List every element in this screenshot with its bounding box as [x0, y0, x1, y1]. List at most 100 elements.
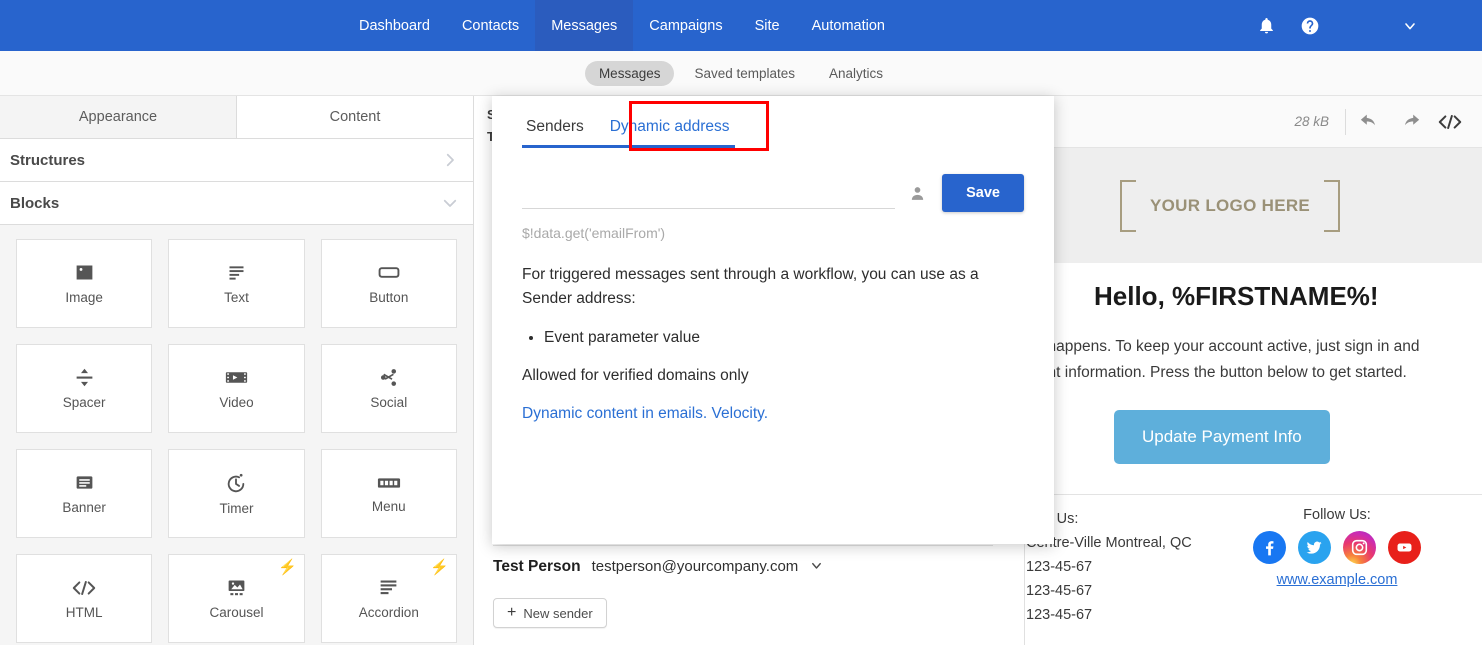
editor-left-panel: Appearance Content Structures Blocks Ima…: [0, 96, 474, 645]
bell-icon[interactable]: [1244, 0, 1288, 51]
redo-icon[interactable]: [1390, 102, 1430, 142]
nav-item-dashboard[interactable]: Dashboard: [343, 0, 446, 51]
footer-contact-line: 123-45-67: [1026, 559, 1093, 575]
youtube-icon[interactable]: [1388, 531, 1421, 564]
chevron-down-icon: [441, 194, 459, 212]
modal-tab-dynamic-address[interactable]: Dynamic address: [606, 112, 734, 148]
block-image[interactable]: Image: [16, 239, 153, 328]
block-carousel[interactable]: ⚡ Carousel: [168, 554, 305, 643]
email-cta-wrapper: Update Payment Info: [1026, 410, 1482, 464]
block-social[interactable]: Social: [320, 344, 457, 433]
modal-tab-senders[interactable]: Senders: [522, 112, 588, 148]
text-lines-icon: [226, 262, 247, 283]
block-social-label: Social: [370, 395, 408, 410]
follow-us-label: Follow Us:: [1303, 507, 1371, 523]
email-footer: itact Us: Centre-Ville Montreal, QC 123-…: [1026, 495, 1482, 627]
block-accordion[interactable]: ⚡ Accordion: [320, 554, 457, 643]
premium-bolt-icon: ⚡: [430, 559, 449, 576]
nav-item-contacts-label: Contacts: [461, 17, 520, 34]
block-banner-label: Banner: [62, 500, 106, 515]
section-blocks[interactable]: Blocks: [0, 182, 473, 225]
block-menu[interactable]: Menu: [320, 449, 457, 538]
selected-sender-row[interactable]: Test Person testperson@yourcompany.com: [493, 556, 824, 576]
block-text[interactable]: Text: [168, 239, 305, 328]
image-icon: [74, 262, 95, 283]
sender-email: testperson@yourcompany.com: [591, 558, 799, 575]
social-icons-row: [1192, 531, 1482, 564]
sender-divider: [493, 545, 993, 546]
modal-tabs: Senders Dynamic address: [522, 96, 1024, 151]
block-html[interactable]: HTML: [16, 554, 153, 643]
subnav-item-saved-templates[interactable]: Saved templates: [680, 61, 809, 86]
block-menu-label: Menu: [371, 498, 406, 514]
modal-bullet-item: Event parameter value: [544, 325, 1024, 351]
block-button-label: Button: [369, 290, 409, 305]
timer-icon: [225, 472, 247, 494]
top-navbar: Dashboard Contacts Messages Campaigns Si…: [0, 0, 1482, 51]
modal-paragraph: For triggered messages sent through a wo…: [522, 266, 979, 307]
banner-icon: [74, 472, 95, 493]
block-timer[interactable]: Timer: [168, 449, 305, 538]
block-spacer[interactable]: Spacer: [16, 344, 153, 433]
subnav-item-analytics[interactable]: Analytics: [815, 61, 897, 86]
video-icon: [225, 367, 248, 388]
navbar-mid-spacer: [901, 0, 1244, 51]
instagram-icon[interactable]: [1343, 531, 1376, 564]
nav-item-campaigns-label: Campaigns: [649, 17, 723, 34]
tab-appearance[interactable]: Appearance: [0, 96, 237, 139]
email-body: Hello, %FIRSTNAME%! . It happens. To kee…: [1026, 263, 1482, 474]
logo-placeholder: YOUR LOGO HERE: [1120, 179, 1341, 232]
twitter-icon[interactable]: [1298, 531, 1331, 564]
footer-contact-line: 123-45-67: [1026, 583, 1093, 599]
block-button[interactable]: Button: [320, 239, 457, 328]
block-accordion-label: Accordion: [358, 605, 419, 620]
nav-item-messages-label: Messages: [551, 17, 618, 34]
nav-item-automation[interactable]: Automation: [796, 0, 901, 51]
dynamic-address-input[interactable]: [522, 177, 896, 209]
documentation-link[interactable]: Dynamic content in emails. Velocity.: [522, 405, 768, 423]
block-banner[interactable]: Banner: [16, 449, 153, 538]
person-icon[interactable]: [909, 185, 926, 202]
block-text-label: Text: [224, 290, 249, 305]
nav-item-contacts[interactable]: Contacts: [446, 0, 535, 51]
blocks-grid: Image Text Button Spacer Video Social Ba…: [0, 225, 473, 645]
block-spacer-label: Spacer: [62, 395, 106, 410]
email-body-line-2: ment information. Press the button below…: [1026, 364, 1407, 381]
sender-name: Test Person: [493, 558, 581, 575]
menu-icon: [377, 474, 401, 492]
save-button[interactable]: Save: [942, 174, 1024, 212]
nav-item-site[interactable]: Site: [739, 0, 796, 51]
account-chevron-down-icon[interactable]: [1390, 0, 1430, 51]
chevron-right-icon: [441, 151, 459, 169]
panel-tabs: Appearance Content: [0, 96, 473, 139]
email-size-label: 28 kB: [1294, 114, 1329, 129]
footer-follow-block: Follow Us: www.example.com: [1178, 507, 1482, 627]
preview-toolbar: 28 kB: [1026, 96, 1482, 148]
sender-chevron-down-icon[interactable]: [809, 558, 824, 578]
facebook-icon[interactable]: [1253, 531, 1286, 564]
new-sender-button[interactable]: + New sender: [493, 598, 607, 628]
block-carousel-label: Carousel: [209, 605, 264, 620]
nav-item-campaigns[interactable]: Campaigns: [633, 0, 738, 51]
undo-icon[interactable]: [1350, 102, 1390, 142]
new-sender-label: New sender: [523, 605, 593, 621]
premium-bolt-icon: ⚡: [277, 559, 297, 576]
help-icon[interactable]: [1288, 0, 1332, 51]
nav-item-messages[interactable]: Messages: [535, 0, 634, 51]
update-payment-info-button[interactable]: Update Payment Info: [1114, 410, 1330, 464]
button-icon: [377, 262, 401, 283]
code-icon[interactable]: [1430, 102, 1470, 142]
subnav-item-messages[interactable]: Messages: [584, 60, 675, 86]
section-structures[interactable]: Structures: [0, 139, 473, 182]
block-html-label: HTML: [65, 604, 103, 620]
block-video[interactable]: Video: [168, 344, 305, 433]
sender-settings-modal: Senders Dynamic address Save $!data.get(…: [492, 96, 1054, 544]
dynamic-address-hint: $!data.get('emailFrom'): [522, 225, 666, 241]
spacer-icon: [74, 367, 95, 388]
modal-note: Allowed for verified domains only: [522, 367, 749, 384]
modal-tab-underline: [522, 145, 735, 148]
tab-content[interactable]: Content: [237, 96, 473, 139]
modal-bullet-list: Event parameter value: [544, 325, 1024, 351]
website-link[interactable]: www.example.com: [1192, 572, 1482, 588]
navbar-left-spacer: [0, 0, 343, 51]
